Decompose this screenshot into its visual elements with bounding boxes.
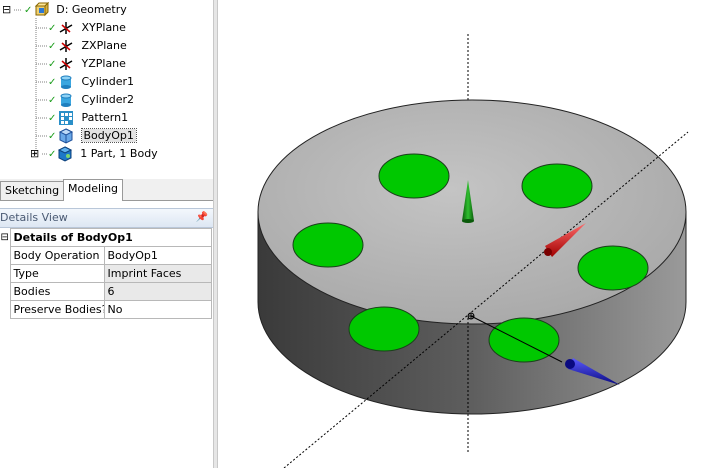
tree-item-label: Pattern1 <box>81 111 129 124</box>
details-group-label: Details of BodyOp1 <box>9 228 212 247</box>
pin-icon[interactable]: 📌 <box>196 209 208 227</box>
tree-item-cylinder2[interactable]: ✓ Cylinder2 <box>48 91 134 109</box>
body-operation-icon <box>58 128 74 144</box>
tree-item-bodyop1[interactable]: ✓ BodyOp1 <box>48 127 137 145</box>
tree-item-zxplane[interactable]: ✓ ZXPlane <box>48 37 127 55</box>
details-row-bodies[interactable]: Bodies 6 <box>0 282 212 301</box>
tree-item-label: BodyOp1 <box>80 128 137 143</box>
details-row-type[interactable]: Type Imprint Faces <box>0 264 212 283</box>
check-icon: ✓ <box>48 77 57 88</box>
tree-item-label: XYPlane <box>81 21 126 34</box>
tree-item-parts[interactable]: ⊞ ✓ 1 Part, 1 Body <box>30 145 158 163</box>
imprint-face[interactable] <box>577 245 649 291</box>
tree-item-label: 1 Part, 1 Body <box>80 147 158 160</box>
cylinder-icon <box>60 93 72 107</box>
property-value[interactable]: No <box>103 300 212 319</box>
plane-axes-icon <box>59 58 73 70</box>
check-icon: ✓ <box>48 95 57 106</box>
imprint-face[interactable] <box>521 163 593 209</box>
property-value[interactable]: BodyOp1 <box>103 246 212 265</box>
tree-item-label: Cylinder2 <box>81 93 135 106</box>
check-icon: ✓ <box>48 113 57 124</box>
check-icon: ✓ <box>48 59 57 70</box>
tree-item-label: ZXPlane <box>81 39 127 52</box>
details-view-header: Details View 📌 <box>0 208 213 228</box>
property-label: Bodies <box>9 282 105 301</box>
pattern-icon <box>59 111 73 125</box>
check-icon: ✓ <box>48 23 57 34</box>
expand-icon[interactable]: ⊞ <box>30 147 39 160</box>
tree-item-label: Cylinder1 <box>81 75 135 88</box>
tree-item-xyplane[interactable]: ✓ XYPlane <box>48 19 126 37</box>
tab-modeling[interactable]: Modeling <box>63 179 124 201</box>
graphics-viewport[interactable] <box>218 0 706 469</box>
check-icon: ✓ <box>48 149 57 160</box>
property-label: Preserve Bodies? <box>9 300 105 319</box>
plane-axes-icon <box>59 22 73 34</box>
model-view[interactable] <box>218 0 706 469</box>
property-value[interactable]: 6 <box>103 282 212 301</box>
part-body-icon <box>57 146 72 162</box>
imprint-face[interactable] <box>292 222 364 268</box>
property-value[interactable]: Imprint Faces <box>103 264 212 283</box>
cylinder-icon <box>60 75 72 89</box>
left-panel: ⊟ ✓ D: Geometry ✓ XYPlane ✓ ZXPlane ✓ YZ… <box>0 0 213 468</box>
details-table: ⊟ Details of BodyOp1 Body Operation Body… <box>0 228 212 319</box>
property-label: Body Operation <box>9 246 105 265</box>
property-label: Type <box>9 264 105 283</box>
imprint-face[interactable] <box>378 153 450 199</box>
collapse-icon[interactable]: ⊟ <box>0 229 10 247</box>
tree-item-cylinder1[interactable]: ✓ Cylinder1 <box>48 73 134 91</box>
panel-title: Details View <box>0 211 68 224</box>
check-icon: ✓ <box>48 41 57 52</box>
mode-tabs: Sketching Modeling <box>0 179 213 201</box>
tab-sketching[interactable]: Sketching <box>0 181 65 200</box>
imprint-face[interactable] <box>348 306 420 352</box>
details-row-body-operation[interactable]: Body Operation BodyOp1 <box>0 246 212 265</box>
check-icon: ✓ <box>48 131 57 142</box>
tree-item-yzplane[interactable]: ✓ YZPlane <box>48 55 126 73</box>
plane-axes-icon <box>59 40 73 52</box>
tree-item-pattern1[interactable]: ✓ Pattern1 <box>48 109 128 127</box>
tree-item-label: YZPlane <box>81 57 126 70</box>
feature-tree: ⊟ ✓ D: Geometry ✓ XYPlane ✓ ZXPlane ✓ YZ… <box>0 0 213 178</box>
details-group-row[interactable]: ⊟ Details of BodyOp1 <box>0 228 212 247</box>
details-row-preserve-bodies[interactable]: Preserve Bodies? No <box>0 300 212 319</box>
